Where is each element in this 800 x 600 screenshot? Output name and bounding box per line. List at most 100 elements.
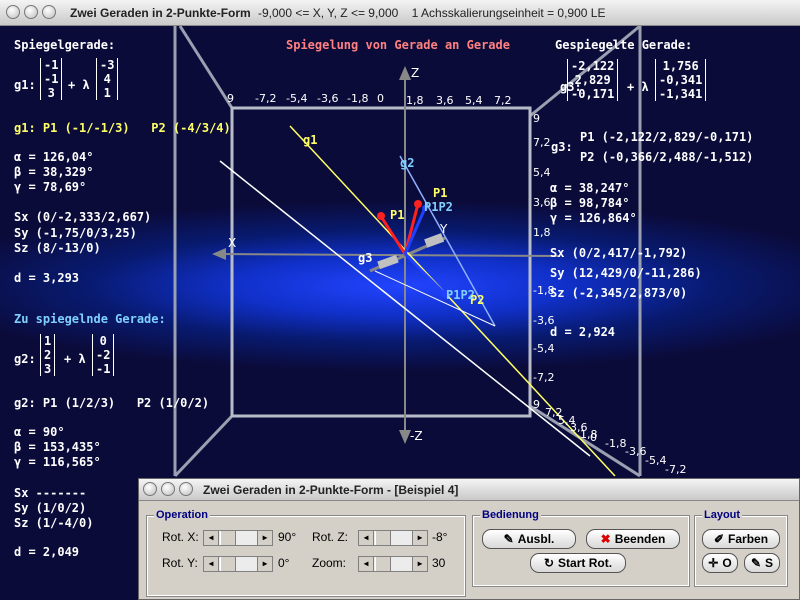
g3-beta: β = 98,784° bbox=[550, 196, 630, 210]
layout-group: Layout ✐ Farben ✛ O ✎ S bbox=[694, 509, 788, 587]
arrow-left-icon[interactable]: ◀ bbox=[204, 531, 219, 545]
tick-label: -5,4 bbox=[286, 92, 308, 105]
tick-label: 1,8 bbox=[406, 94, 424, 107]
g2-sy: Sy (1/0/2) bbox=[14, 501, 87, 515]
bedienung-label: Bedienung bbox=[480, 509, 541, 521]
title-bar: Zwei Geraden in 2-Punkte-Form -9,000 <= … bbox=[0, 0, 800, 26]
rot-y-value: 0° bbox=[278, 556, 290, 570]
tick-label: 5,4 bbox=[465, 94, 483, 107]
g3-point-vector: -2,122 2,829 -0,171 bbox=[567, 59, 619, 101]
s-button[interactable]: ✎ S bbox=[744, 553, 780, 573]
zu-spiegeln-header: Zu spiegelnde Gerade: bbox=[14, 312, 166, 326]
g1-points: g1: P1 (-1/-1/3) P2 (-4/3/4) bbox=[14, 121, 231, 135]
x-arrow-icon bbox=[212, 248, 226, 260]
close-icon[interactable] bbox=[143, 482, 157, 496]
layout-label: Layout bbox=[702, 509, 743, 521]
g3-label: g3: bbox=[551, 140, 573, 154]
plus-lambda-3: + λ bbox=[627, 80, 649, 94]
g2-point-vector: 123 bbox=[40, 334, 56, 376]
zoom-slider[interactable]: ◀ ▶ bbox=[358, 556, 428, 572]
label-g3: g3 bbox=[358, 251, 373, 265]
tick-label: -5,4 bbox=[533, 342, 555, 355]
g1-beta: β = 38,329° bbox=[14, 165, 94, 179]
paint-icon: ✐ bbox=[713, 532, 725, 546]
g2-distance: d = 2,049 bbox=[14, 545, 80, 559]
rot-x-label: Rot. X: bbox=[162, 530, 199, 544]
crosshair-icon: ✛ bbox=[708, 556, 719, 570]
center-header: Spiegelung von Gerade an Gerade bbox=[286, 38, 510, 52]
left-header: Spiegelgerade: bbox=[14, 38, 116, 52]
y-axis-label: Y bbox=[440, 222, 448, 236]
point-p1-red-2 bbox=[377, 212, 385, 220]
origin-button[interactable]: ✛ O bbox=[702, 553, 738, 573]
minimize-icon[interactable] bbox=[24, 5, 38, 19]
window-info: -9,000 <= X, Y, Z <= 9,000 1 Achsskalier… bbox=[258, 6, 606, 20]
arrow-right-icon[interactable]: ▶ bbox=[257, 557, 272, 571]
rot-y-label: Rot. Y: bbox=[162, 556, 198, 570]
arrow-right-icon[interactable]: ▶ bbox=[412, 557, 427, 571]
label-p1-2: P1 bbox=[390, 208, 405, 222]
rot-x-slider[interactable]: ◀ ▶ bbox=[203, 530, 273, 546]
g3-sy: Sy (12,429/0/-11,286) bbox=[550, 266, 702, 280]
g3-alpha: α = 38,247° bbox=[550, 181, 630, 195]
arrow-left-icon[interactable]: ◀ bbox=[359, 531, 374, 545]
tick-label: 7,2 bbox=[533, 136, 551, 149]
rot-z-value: -8° bbox=[432, 530, 448, 544]
arrow-right-icon[interactable]: ▶ bbox=[412, 531, 427, 545]
g2-alpha: α = 90° bbox=[14, 425, 65, 439]
g2-sz: Sz (1/-4/0) bbox=[14, 516, 94, 530]
g1-sx: Sx (0/-2,333/2,667) bbox=[14, 210, 152, 224]
tick-label: -3,6 bbox=[625, 445, 647, 458]
ausbl-button[interactable]: ✎ Ausbl. bbox=[482, 529, 576, 549]
slider-thumb[interactable] bbox=[375, 531, 391, 545]
arrow-right-icon[interactable]: ▶ bbox=[257, 531, 272, 545]
g2-points: g2: P1 (1/2/3) P2 (1/0/2) bbox=[14, 396, 210, 410]
tick-label: 7,2 bbox=[494, 94, 512, 107]
rot-y-slider[interactable]: ◀ ▶ bbox=[203, 556, 273, 572]
g2-direction-vector: 0 -2 -1 bbox=[92, 334, 115, 376]
plus-lambda: + λ bbox=[68, 78, 90, 92]
slider-thumb[interactable] bbox=[375, 557, 391, 571]
bedienung-group: Bedienung ✎ Ausbl. ✖ Beenden ↻ Start Rot. bbox=[472, 509, 690, 587]
z-axis-label: Z bbox=[411, 66, 420, 80]
maximize-icon[interactable] bbox=[42, 5, 56, 19]
g2-name: g2: bbox=[14, 352, 36, 366]
tick-label: 0 bbox=[590, 431, 597, 444]
x-axis-label: X bbox=[228, 236, 237, 250]
rot-z-slider[interactable]: ◀ ▶ bbox=[358, 530, 428, 546]
zoom-label: Zoom: bbox=[312, 556, 347, 570]
tick-label: -7,2 bbox=[533, 371, 555, 384]
g3-p1: P1 (-2,122/2,829/-0,171) bbox=[580, 130, 754, 144]
rotate-icon: ↻ bbox=[543, 556, 555, 570]
label-p1p2-blue: P1P2 bbox=[446, 288, 475, 302]
beenden-button[interactable]: ✖ Beenden bbox=[586, 529, 680, 549]
farben-button[interactable]: ✐ Farben bbox=[702, 529, 780, 549]
tick-label: 9 bbox=[533, 398, 540, 411]
maximize-icon[interactable] bbox=[179, 482, 193, 496]
g2-beta: β = 153,435° bbox=[14, 440, 101, 454]
plane-marker bbox=[377, 254, 399, 270]
operation-group: Operation Rot. X: ◀ ▶ 90° Rot. Y: ◀ ▶ 0°… bbox=[146, 509, 466, 597]
tick-label: -3,6 bbox=[317, 92, 339, 105]
label-g1: g1 bbox=[303, 133, 318, 147]
close-icon: ✖ bbox=[600, 532, 611, 546]
window-title: Zwei Geraden in 2-Punkte-Form bbox=[70, 6, 251, 20]
g3-gamma: γ = 126,864° bbox=[550, 211, 637, 225]
tick-label: 9 bbox=[227, 92, 234, 105]
label-g2: g2 bbox=[400, 156, 415, 170]
close-icon[interactable] bbox=[6, 5, 20, 19]
arrow-left-icon[interactable]: ◀ bbox=[359, 557, 374, 571]
minimize-icon[interactable] bbox=[161, 482, 175, 496]
g1-distance: d = 3,293 bbox=[14, 271, 80, 285]
slider-thumb[interactable] bbox=[220, 557, 236, 571]
tick-label: -1,8 bbox=[533, 284, 555, 297]
vector-p1b bbox=[380, 217, 407, 255]
box-edge bbox=[178, 26, 234, 109]
start-rot-button[interactable]: ↻ Start Rot. bbox=[530, 553, 626, 573]
arrow-left-icon[interactable]: ◀ bbox=[204, 557, 219, 571]
dialog-title: Zwei Geraden in 2-Punkte-Form - [Beispie… bbox=[203, 483, 459, 497]
dialog-title-bar[interactable]: Zwei Geraden in 2-Punkte-Form - [Beispie… bbox=[139, 479, 799, 501]
right-header: Gespiegelte Gerade: bbox=[555, 38, 693, 52]
slider-thumb[interactable] bbox=[220, 531, 236, 545]
point-p1-red bbox=[414, 200, 422, 208]
